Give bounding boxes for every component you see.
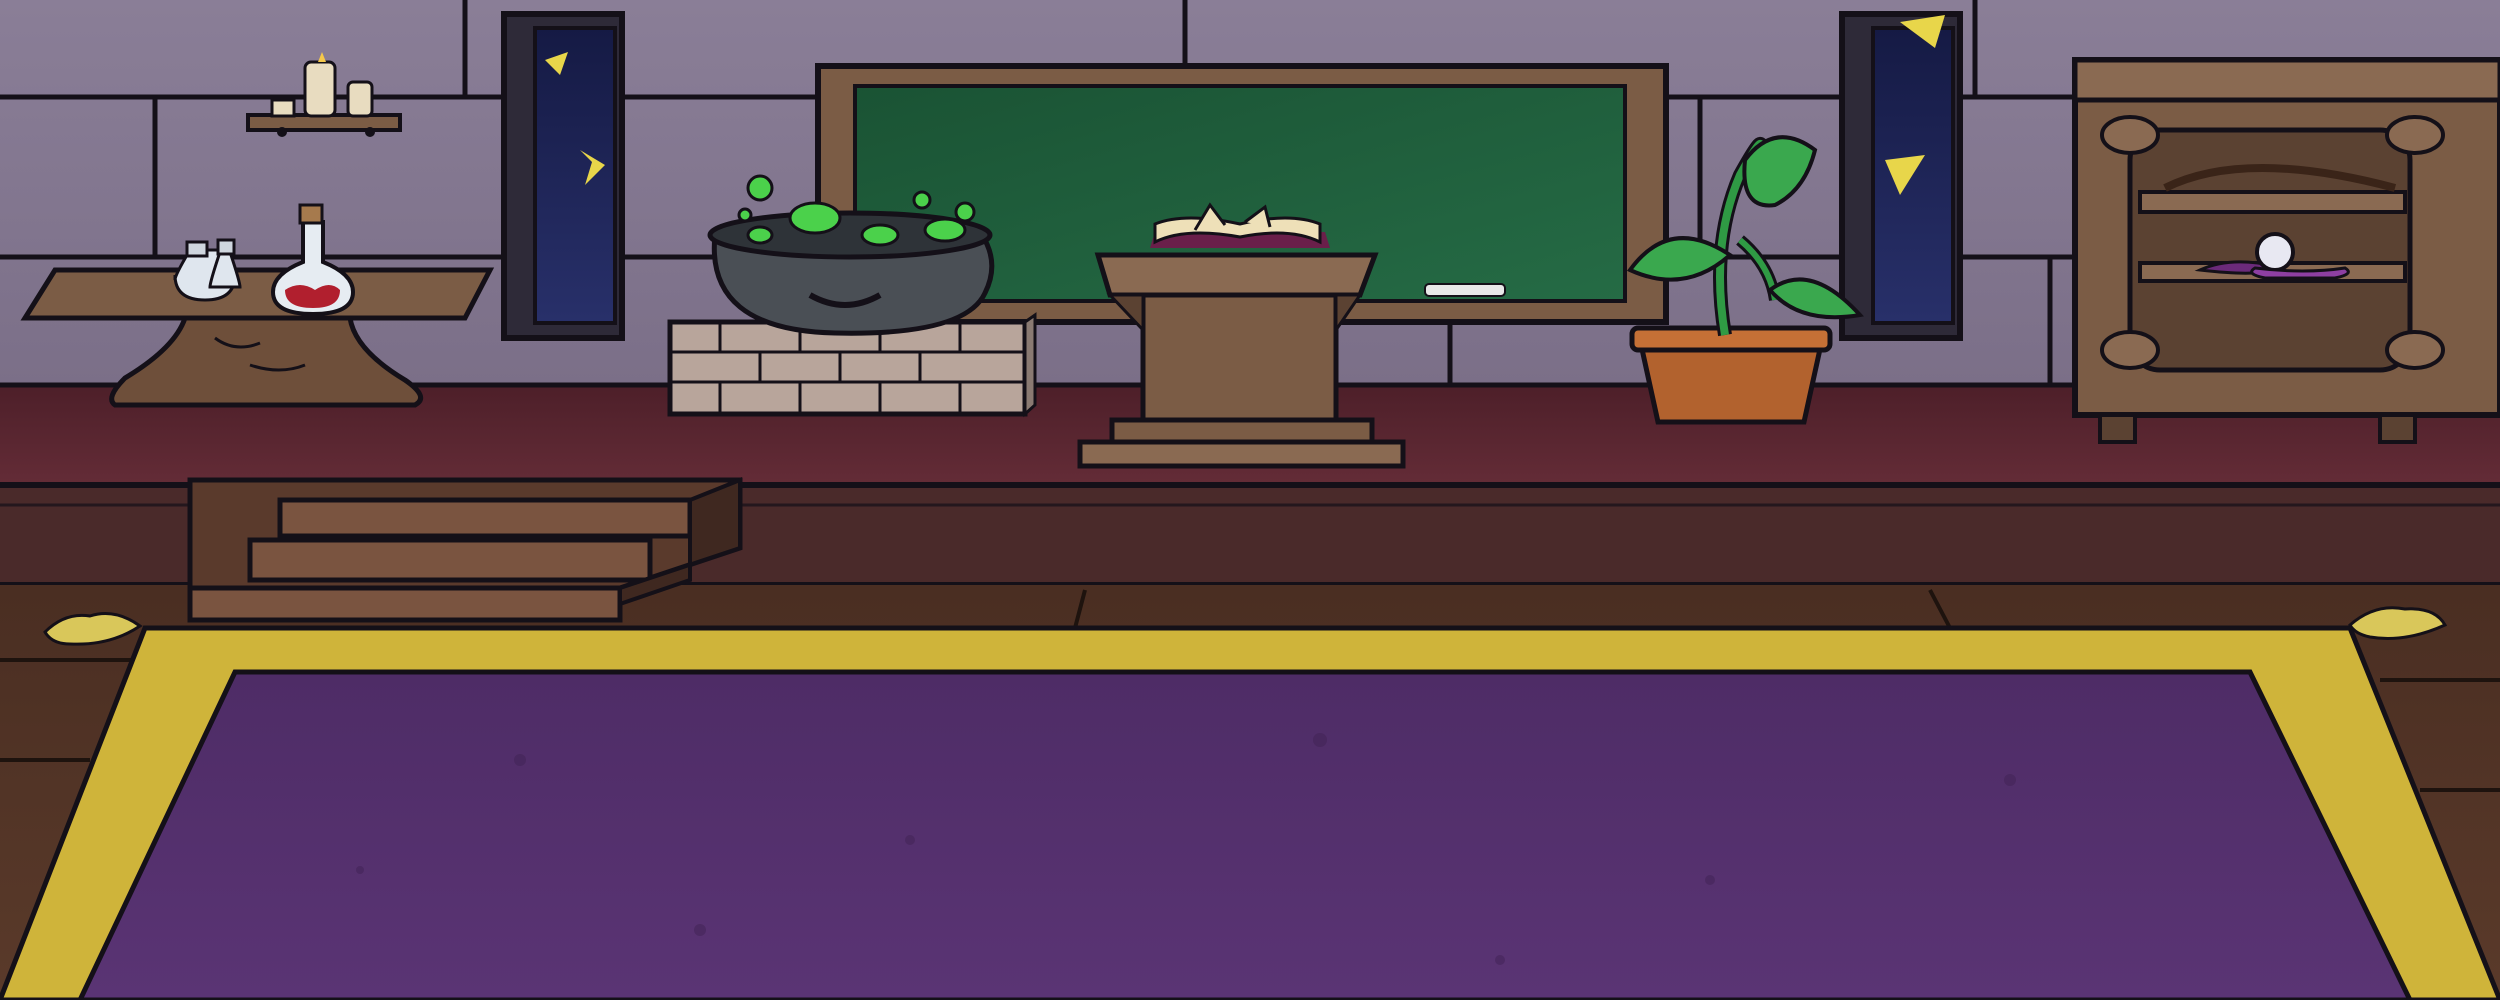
- window-left: [501, 11, 625, 341]
- classroom-scene: [0, 0, 2500, 1000]
- purple-rug: [0, 625, 2500, 1000]
- cabinet[interactable]: [2072, 57, 2500, 444]
- window-right: [1839, 11, 1963, 341]
